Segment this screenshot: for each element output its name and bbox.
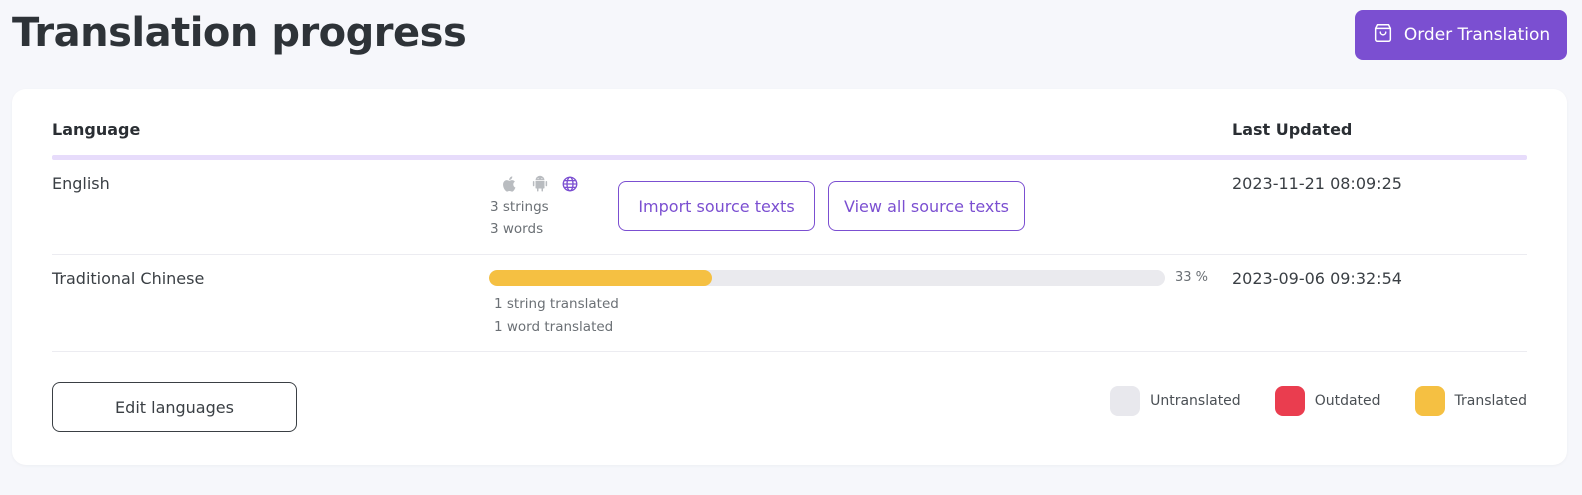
android-icon bbox=[531, 175, 549, 197]
language-name-traditional-chinese: Traditional Chinese bbox=[52, 269, 205, 288]
page-title: Translation progress bbox=[12, 10, 467, 56]
translation-progress-fill bbox=[489, 270, 713, 286]
string-count: 3 strings bbox=[490, 199, 549, 215]
row-divider bbox=[52, 254, 1527, 255]
progress-percentage: 33 % bbox=[1175, 270, 1209, 285]
translation-progress-bar bbox=[489, 270, 1165, 286]
globe-icon bbox=[561, 175, 579, 197]
word-count: 3 words bbox=[490, 221, 544, 237]
legend-label-outdated: Outdated bbox=[1314, 393, 1381, 409]
language-name-english: English bbox=[52, 174, 110, 193]
words-translated: 1 word translated bbox=[494, 319, 614, 335]
legend-label-translated: Translated bbox=[1454, 393, 1527, 409]
legend-swatch-outdated bbox=[1274, 386, 1305, 416]
legend-outdated: Outdated bbox=[1274, 386, 1381, 416]
row-divider bbox=[52, 351, 1527, 352]
apple-icon bbox=[501, 175, 519, 197]
legend: Untranslated Outdated Translated bbox=[1110, 386, 1527, 416]
legend-swatch-untranslated bbox=[1110, 386, 1141, 416]
edit-languages-button[interactable]: Edit languages bbox=[52, 382, 297, 432]
legend-untranslated: Untranslated bbox=[1110, 386, 1241, 416]
strings-translated: 1 string translated bbox=[494, 296, 619, 312]
import-source-texts-button[interactable]: Import source texts bbox=[618, 181, 815, 231]
order-translation-label: Order Translation bbox=[1403, 25, 1551, 45]
order-translation-button[interactable]: Order Translation bbox=[1355, 10, 1567, 60]
legend-label-untranslated: Untranslated bbox=[1150, 393, 1241, 409]
last-updated-english: 2023-11-21 08:09:25 bbox=[1232, 174, 1402, 193]
view-all-source-texts-button[interactable]: View all source texts bbox=[828, 181, 1025, 231]
last-updated-traditional-chinese: 2023-09-06 09:32:54 bbox=[1232, 269, 1402, 288]
column-header-language: Language bbox=[52, 120, 141, 139]
platform-icons bbox=[501, 175, 579, 197]
translation-progress-card: Language Last Updated English 3 strings … bbox=[12, 89, 1567, 465]
legend-swatch-translated bbox=[1414, 386, 1445, 416]
shopping-bag-icon bbox=[1372, 22, 1394, 49]
legend-translated: Translated bbox=[1414, 386, 1527, 416]
column-header-last-updated: Last Updated bbox=[1232, 120, 1353, 139]
header-divider bbox=[52, 155, 1527, 160]
